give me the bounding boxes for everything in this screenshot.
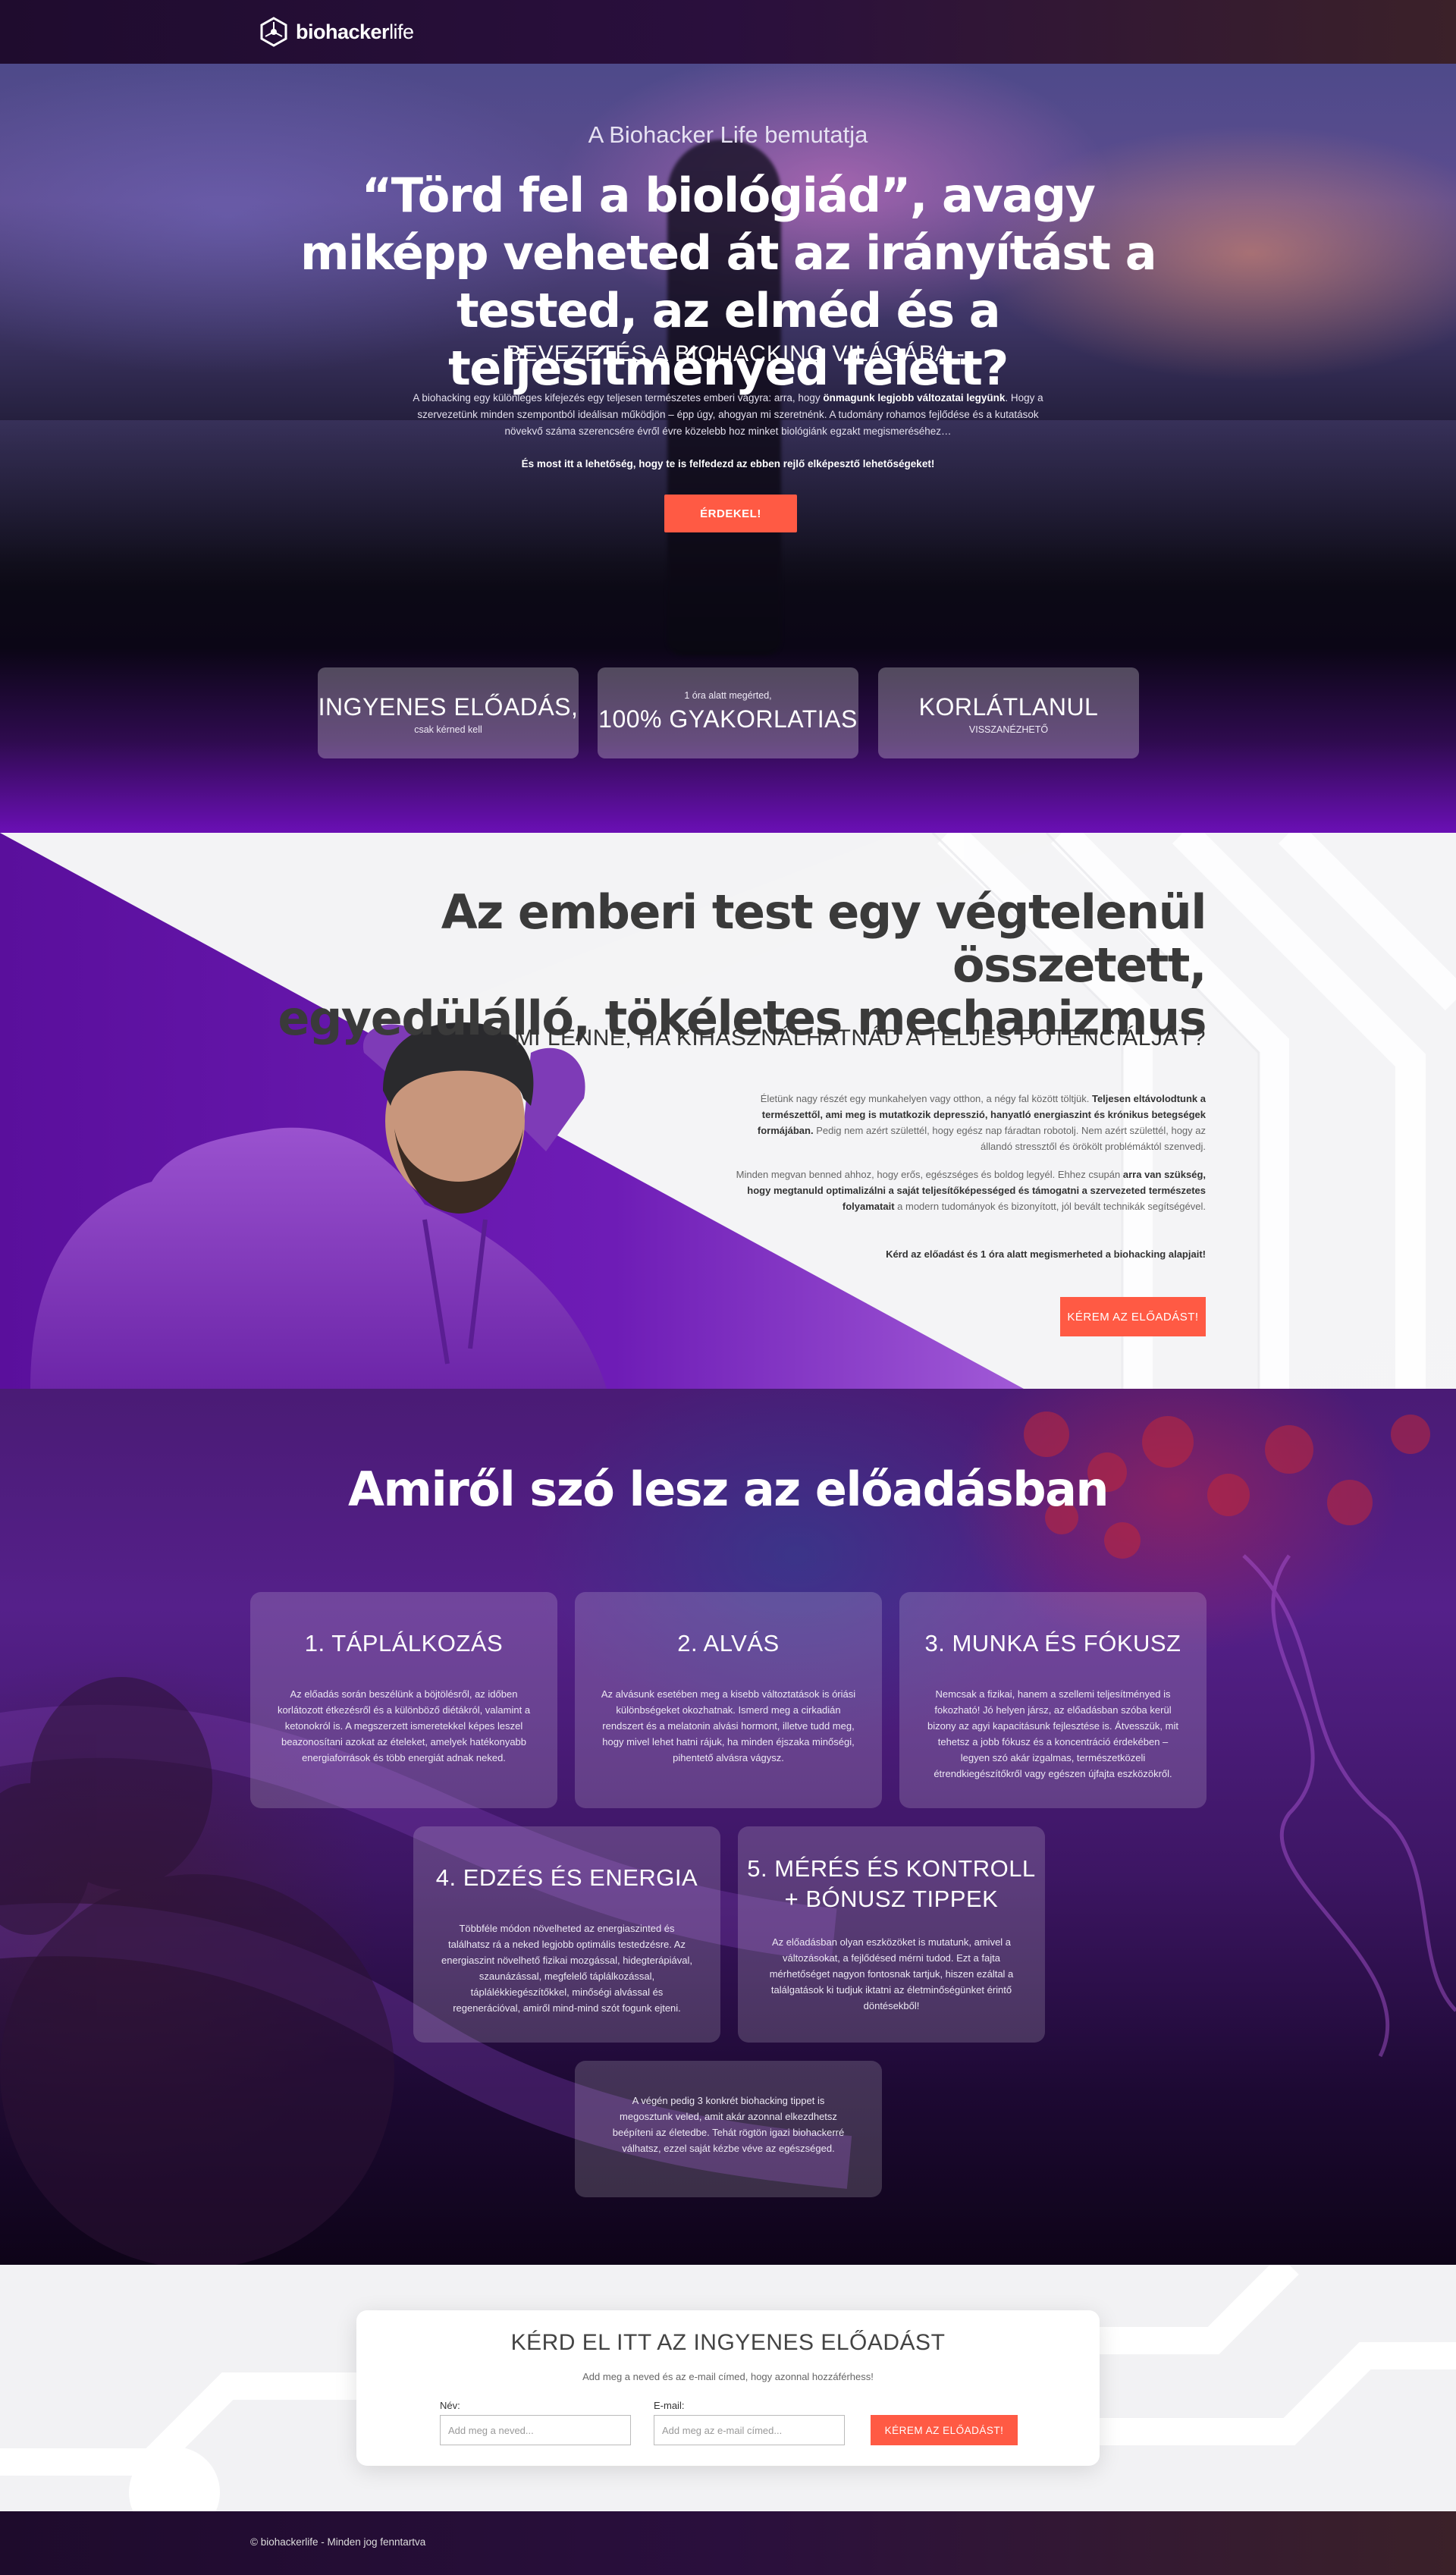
topic-title: 1. TÁPLÁLKOZÁS	[304, 1630, 504, 1656]
section-title: Az emberi test egy végtelenül összetett,…	[278, 884, 1207, 1046]
topic-card-sleep: 2. ALVÁS Az alvásunk esetében meg a kise…	[575, 1592, 882, 1808]
topic-card-training-energy: 4. EDZÉS ÉS ENERGIA Többféle módon növel…	[413, 1826, 720, 2043]
feature-unlimited: KORLÁTLANUL VISSZANÉZHETŐ	[878, 667, 1139, 758]
request-lecture-button[interactable]: KÉREM AZ ELŐADÁST!	[1060, 1297, 1206, 1336]
topic-text: Az előadás során beszélünk a böjtölésről…	[277, 1688, 531, 1763]
signup-form-card: KÉRD EL ITT AZ INGYENES ELŐADÁST Add meg…	[356, 2310, 1100, 2466]
topic-card-measurement: 5. MÉRÉS ÉS KONTROLL + BÓNUSZ TIPPEK Az e…	[738, 1826, 1045, 2043]
feature-caption: 1 óra alatt megérted,	[684, 690, 772, 701]
email-label: E-mail:	[654, 2400, 685, 2411]
topic-text: Nemcsak a fizikai, hanem a szellemi telj…	[927, 1688, 1178, 1779]
feature-practical: 1 óra alatt megérted, 100% GYAKORLATIAS	[598, 667, 858, 758]
name-label: Név:	[440, 2400, 460, 2411]
lecture-topics-section: Amiről szó lesz az előadásban 1. TÁPLÁLK…	[0, 1389, 1456, 2265]
topic-text: Az előadásban olyan eszközöket is mutatu…	[769, 1936, 1014, 2011]
topic-title: 4. EDZÉS ÉS ENERGIA	[435, 1864, 698, 1891]
form-subtitle: Add meg a neved és az e-mail címed, hogy…	[582, 2371, 874, 2382]
man-in-hoodie-photo	[30, 1022, 607, 1389]
topic-card-work-focus: 3. MUNKA ÉS FÓKUSZ Nemcsak a fizikai, ha…	[899, 1592, 1207, 1808]
name-input[interactable]	[440, 2415, 631, 2445]
top-navbar: biohackerlife	[0, 0, 1456, 64]
topic-text: Többféle módon növelheted az energiaszin…	[441, 1923, 692, 2014]
body-paragraph: Minden megvan benned ahhoz, hogy erős, e…	[736, 1169, 1206, 1212]
topic-title: 5. MÉRÉS ÉS KONTROLL + BÓNUSZ TIPPEK	[747, 1855, 1036, 1912]
submit-button[interactable]: KÉREM AZ ELŐADÁST!	[871, 2415, 1018, 2445]
feature-title: 100% GYAKORLATIAS	[598, 705, 858, 733]
hero-eyebrow: A Biohacker Life bemutatja	[588, 121, 868, 148]
section-title: Amiről szó lesz az előadásban	[347, 1462, 1109, 1517]
topic-text: A végén pedig 3 konkrét biohacking tippe…	[612, 2095, 845, 2154]
feature-caption: VISSZANÉZHETŐ	[968, 724, 1049, 735]
feature-free-lecture: INGYENES ELŐADÁS, csak kérned kell	[318, 667, 579, 758]
form-title: KÉRD EL ITT AZ INGYENES ELŐADÁST	[510, 2330, 946, 2355]
section-subtitle: MI LENNE, HA KIHASZNÁLHATNÁD A TELJES PO…	[514, 1025, 1206, 1050]
feature-caption: csak kérned kell	[414, 724, 482, 735]
logo-text: biohackerlife	[296, 20, 414, 43]
hero-subtitle: - BEVEZETÉS A BIOHACKING VILÁGÁBA -	[491, 341, 965, 366]
interested-button[interactable]: ÉRDEKEL!	[664, 495, 797, 532]
cta-line: Kérd az előadást és 1 óra alatt megismer…	[886, 1248, 1206, 1260]
copyright-text: © biohackerlife - Minden jog fenntartva	[250, 2536, 426, 2548]
feature-title: KORLÁTLANUL	[918, 693, 1099, 721]
body-mechanism-section: Az emberi test egy végtelenül összetett,…	[0, 833, 1456, 1389]
site-logo[interactable]: biohackerlife	[258, 15, 414, 49]
hexagon-molecule-icon	[260, 17, 287, 47]
signup-section: KÉRD EL ITT AZ INGYENES ELŐADÁST Add meg…	[0, 2265, 1456, 2511]
body-paragraph: Életünk nagy részét egy munkahelyen vagy…	[757, 1093, 1206, 1152]
footer: © biohackerlife - Minden jog fenntartva	[0, 2511, 1456, 2575]
topic-card-nutrition: 1. TÁPLÁLKOZÁS Az előadás során beszélün…	[250, 1592, 557, 1808]
email-input[interactable]	[654, 2415, 845, 2445]
topic-card-bonus-tips: A végén pedig 3 konkrét biohacking tippe…	[575, 2061, 882, 2197]
topic-text: Az alvásunk esetében meg a kisebb változ…	[601, 1688, 856, 1763]
topic-title: 2. ALVÁS	[677, 1630, 780, 1656]
topic-title: 3. MUNKA ÉS FÓKUSZ	[924, 1630, 1181, 1656]
hero-section: A Biohacker Life bemutatja “Törd fel a b…	[0, 64, 1456, 833]
hero-cta-text: És most itt a lehetőség, hogy te is felf…	[521, 458, 935, 469]
feature-title: INGYENES ELŐADÁS,	[318, 693, 579, 721]
hero-description: A biohacking egy különleges kifejezés eg…	[413, 392, 1043, 437]
